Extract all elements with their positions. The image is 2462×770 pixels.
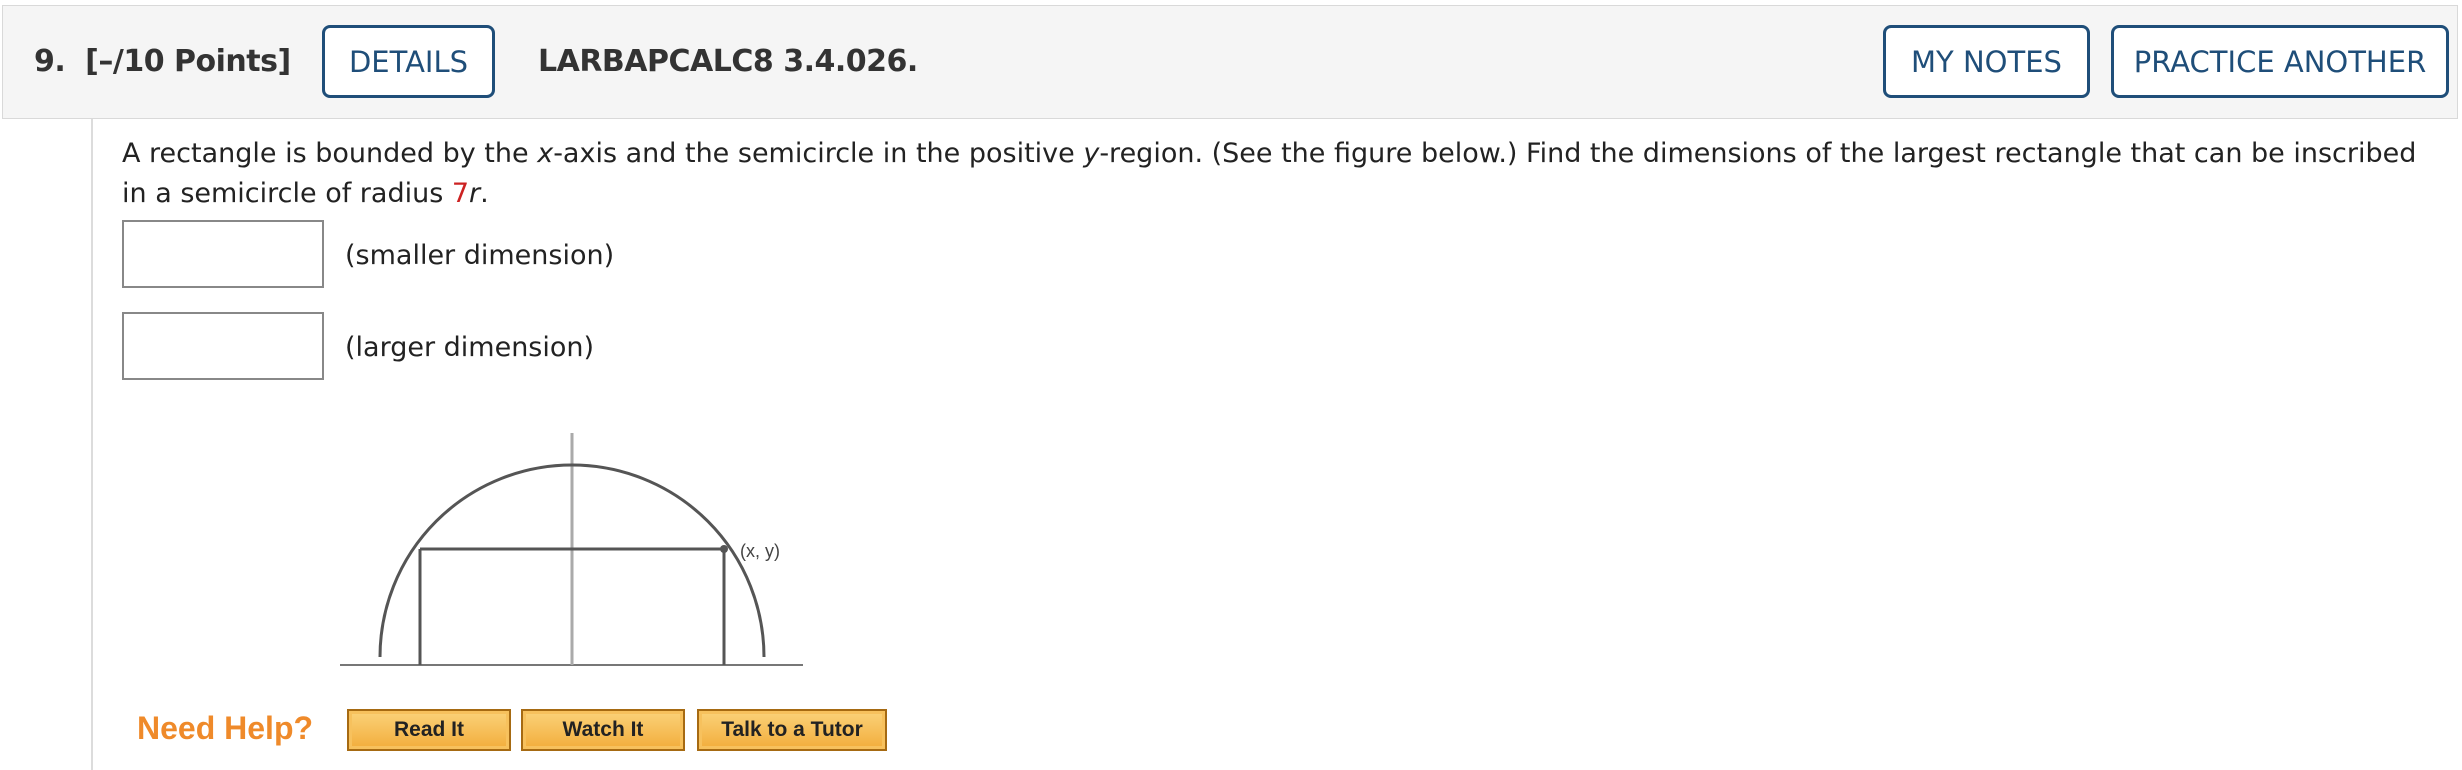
smaller-dimension-label: (smaller dimension) bbox=[345, 240, 615, 271]
point-label: (x, y) bbox=[740, 541, 780, 561]
corner-point bbox=[720, 545, 728, 553]
my-notes-button[interactable]: MY NOTES bbox=[1883, 25, 2090, 98]
talk-to-tutor-button[interactable]: Talk to a Tutor bbox=[697, 709, 887, 751]
problem-code: LARBAPCALC8 3.4.026. bbox=[538, 44, 918, 79]
read-it-button[interactable]: Read It bbox=[347, 709, 511, 751]
details-button[interactable]: DETAILS bbox=[322, 25, 495, 98]
larger-dimension-label: (larger dimension) bbox=[345, 332, 595, 363]
content-rail bbox=[91, 119, 93, 770]
practice-another-button[interactable]: PRACTICE ANOTHER bbox=[2111, 25, 2449, 98]
smaller-dimension-input[interactable] bbox=[122, 220, 324, 288]
larger-dimension-input[interactable] bbox=[122, 312, 324, 380]
question-number: 9. [–/10 Points] bbox=[34, 44, 291, 79]
watch-it-button[interactable]: Watch It bbox=[521, 709, 685, 751]
points-label: [–/10 Points] bbox=[85, 44, 291, 79]
need-help-label: Need Help? bbox=[137, 710, 314, 746]
question-text: A rectangle is bounded by the x-axis and… bbox=[122, 138, 2417, 209]
radius-value: 7 bbox=[451, 178, 470, 209]
semicircle-figure: (x, y) bbox=[340, 433, 803, 666]
